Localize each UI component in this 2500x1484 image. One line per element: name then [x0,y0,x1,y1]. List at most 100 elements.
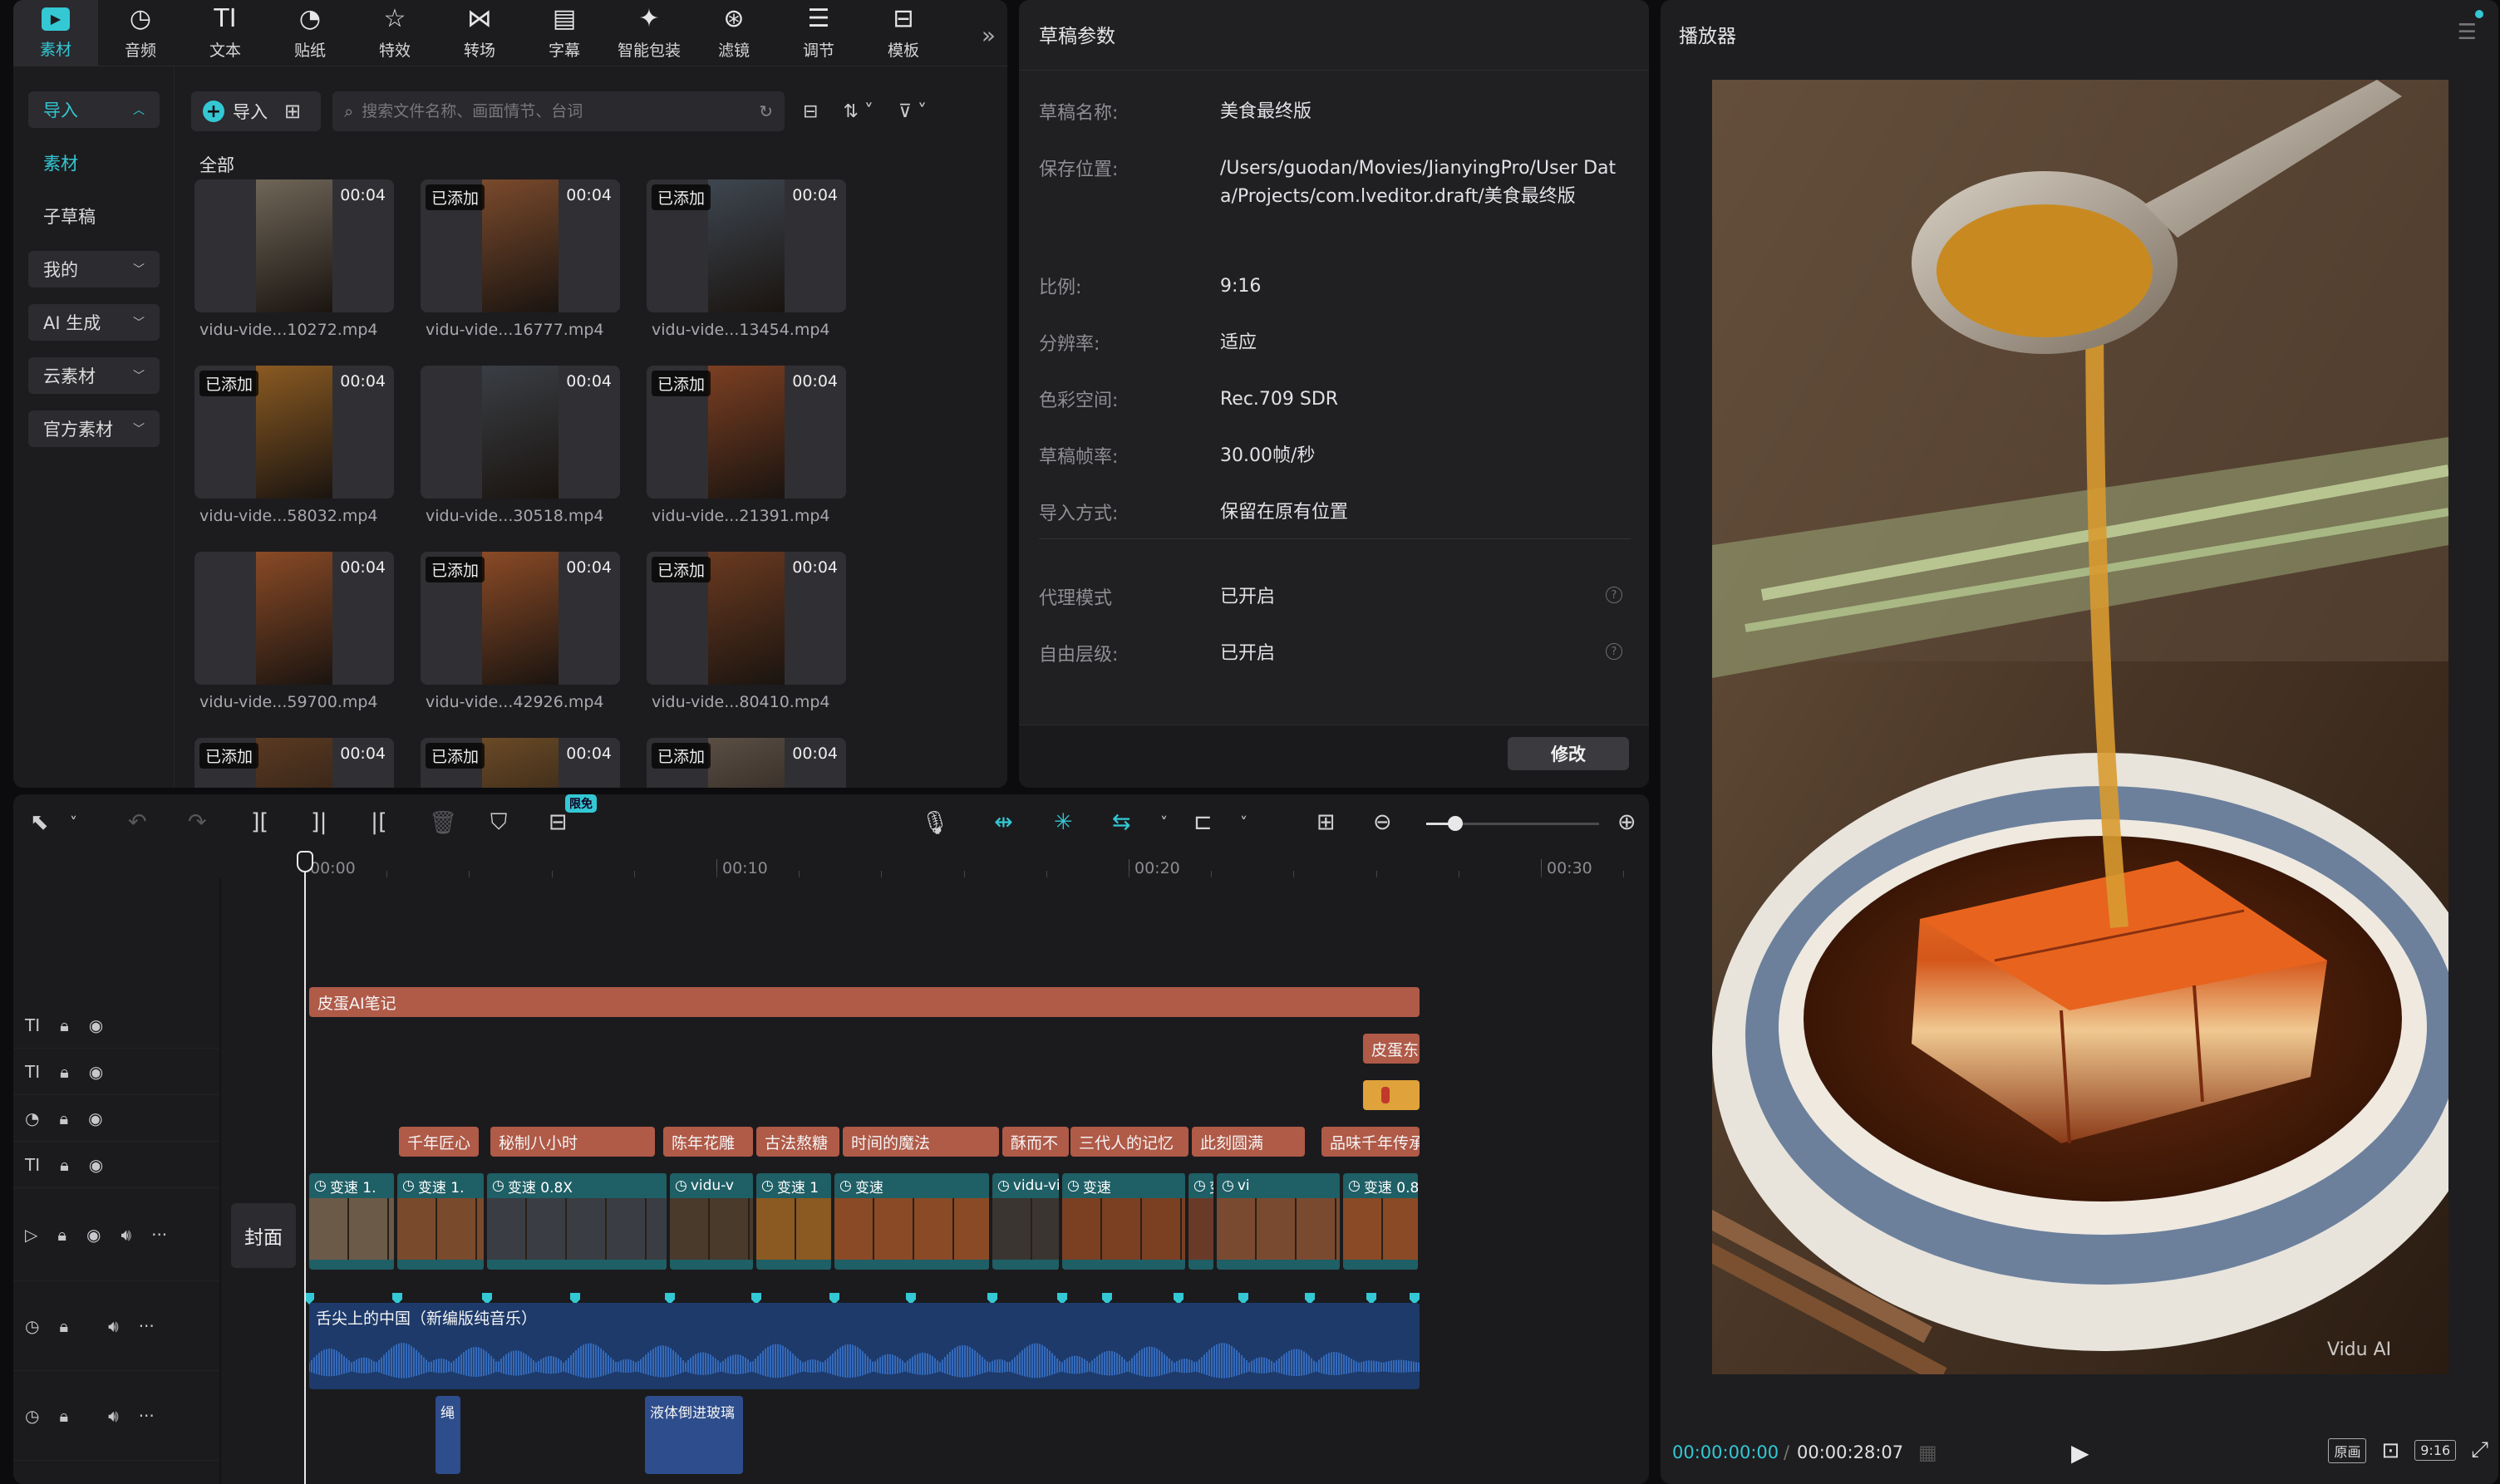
video-clip[interactable]: ◷变速 0.8X [487,1173,668,1270]
volume-icon[interactable]: 🔊︎ [121,1225,131,1245]
media-item[interactable]: 已添加 00:04 vidu-vide...21391.mp4 [647,361,873,547]
media-thumbnail[interactable]: 已添加 00:04 [421,552,620,685]
lock-icon[interactable]: 🔒︎ [60,1155,69,1175]
subtitle-clip[interactable]: 古法熬糖 [756,1127,839,1157]
more-icon[interactable]: ··· [139,1406,155,1426]
video-clip[interactable]: ◷变速 1.1X [1188,1173,1215,1270]
media-thumbnail[interactable]: 已添加 00:04 [194,366,394,499]
sticker-clip[interactable] [1363,1080,1420,1110]
media-item[interactable]: 已添加 00:04 vidu-vide...42926.mp4 [421,547,647,733]
trim-right-icon[interactable]: |[ [371,809,387,835]
nav-ai-gen[interactable]: AI 生成 ﹀ [28,304,160,341]
video-clip[interactable]: ◷变速 0.8X [1343,1173,1420,1270]
media-item[interactable]: 00:04 vidu-vide...59700.mp4 [194,547,421,733]
select-cursor-icon[interactable]: ⬉ [30,809,49,835]
subtitle-clip[interactable]: 秘制八小时 [490,1127,655,1157]
sfx-clip-2[interactable]: 液体倒进玻璃 [645,1396,743,1474]
playhead[interactable] [304,853,306,1484]
playhead-handle[interactable] [297,851,313,872]
search-input[interactable] [362,91,751,131]
subtitle-clip[interactable]: 三代人的记忆 [1070,1127,1188,1157]
media-item[interactable]: 已添加 00:04 vidu-vide...13454.mp4 [647,174,873,361]
help-icon[interactable]: ? [1606,643,1622,660]
trim-left-icon[interactable]: ]| [311,809,327,835]
nav-cloud[interactable]: 云素材 ﹀ [28,357,160,394]
grid-icon[interactable]: ▦ [1918,1441,1937,1464]
media-thumbnail[interactable]: 已添加 00:04 [647,179,846,312]
time-ruler[interactable]: 00:00 00:10 00:20 00:30 [304,856,1642,881]
video-clip[interactable]: ◷ 变速 1. [309,1173,396,1270]
refresh-icon[interactable]: ↻ [759,101,773,121]
sort-icon[interactable]: ⇅ ˅ [836,101,879,122]
video-clip[interactable]: ◷ 变速 1. [397,1173,485,1270]
eye-icon[interactable]: ◉ [89,1015,103,1035]
tab-template[interactable]: ⊟ 模板 [861,0,946,66]
chevron-down-icon[interactable]: ˅ [1160,814,1168,832]
split-icon[interactable]: ][ [251,809,268,835]
lock-icon[interactable]: 🔒︎ [59,1316,68,1336]
edit-button[interactable]: 修改 [1508,737,1629,770]
eye-icon[interactable]: ◉ [86,1225,101,1245]
media-thumbnail[interactable]: 已添加 00:04 [647,366,846,499]
nav-material[interactable]: 素材 [28,145,160,181]
lock-icon[interactable]: 🔒︎ [59,1406,68,1426]
more-icon[interactable]: ··· [139,1316,155,1336]
subtitle-clip[interactable]: 时间的魔法 [843,1127,999,1157]
screenshot-icon[interactable]: ⊞ [1316,809,1336,835]
subtitle-clip[interactable]: 此刻圆满 [1192,1127,1305,1157]
original-quality-button[interactable]: 原画 [2328,1437,2367,1463]
tab-media[interactable]: ▶ 素材 [13,0,98,66]
nav-import[interactable]: 导入 ︿ [28,91,160,128]
caption-icon[interactable]: ⊟ [549,809,568,835]
fullscreen-icon[interactable]: ⤢ [2471,1437,2488,1463]
video-clip[interactable]: ◷ 变速 [1062,1173,1187,1270]
tab-audio[interactable]: ◷ 音频 [98,0,183,66]
menu-icon[interactable]: ☰ [2458,20,2477,45]
layout-toggle-icon[interactable]: ⊟ [796,101,824,122]
sfx-clip-1[interactable]: 绳 [436,1396,460,1474]
tab-filter[interactable]: ⊛ 滤镜 [691,0,776,66]
import-button[interactable]: + 导入 ⊞ [191,91,321,131]
media-item[interactable]: 00:04 vidu-vide...10272.mp4 [194,174,421,361]
media-thumbnail[interactable]: 00:04 [194,552,394,685]
text-clip-main[interactable]: 皮蛋AI笔记 [309,987,1420,1017]
volume-icon[interactable]: 🔊︎ [108,1316,119,1336]
filter-icon[interactable]: ⊽ ˅ [892,101,933,122]
media-item[interactable]: 已添加 00:04 vidu-vide...16777.mp4 [421,174,647,361]
microphone-icon[interactable]: 🎙 [921,809,949,836]
media-item[interactable]: 已添加 00:04 [647,733,873,788]
lock-icon[interactable]: 🔒︎ [60,1062,69,1082]
zoom-slider-track[interactable] [1451,823,1599,825]
nav-official[interactable]: 官方素材 ﹀ [28,410,160,447]
tab-transition[interactable]: ⋈ 转场 [437,0,522,66]
video-clip[interactable]: ◷ vi [1217,1173,1341,1270]
subtitle-clip[interactable]: 品味千年传承 [1321,1127,1420,1157]
media-thumbnail[interactable]: 已添加 00:04 [421,738,620,788]
auto-snap-icon[interactable]: ✳ [1054,809,1073,835]
media-thumbnail[interactable]: 已添加 00:04 [647,552,846,685]
eye-icon[interactable]: ◉ [88,1108,102,1128]
linkage-icon[interactable]: ⇆ [1112,809,1131,835]
video-clip[interactable]: ◷ 变速 [834,1173,991,1270]
tab-sticker[interactable]: ◔ 贴纸 [268,0,352,66]
nav-mine[interactable]: 我的 ﹀ [28,251,160,287]
media-item[interactable]: 已添加 00:04 [194,733,421,788]
video-clip[interactable]: ◷vidu-video-26878 [992,1173,1061,1270]
subtitle-clip[interactable]: 千年匠心 [399,1127,479,1157]
eye-icon[interactable]: ◉ [89,1062,103,1082]
shield-icon[interactable]: ⛉ [490,809,507,836]
main-track-magnet-icon[interactable]: ⇹ [994,809,1013,835]
eye-icon[interactable]: ◉ [89,1155,103,1175]
media-thumbnail[interactable]: 已添加 00:04 [647,738,846,788]
help-icon[interactable]: ? [1606,587,1622,603]
delete-icon[interactable]: 🗑 [429,809,457,836]
cover-button[interactable]: 封面 [231,1203,296,1268]
lock-icon[interactable]: 🔒︎ [60,1015,69,1035]
lock-icon[interactable]: 🔒︎ [59,1108,68,1128]
video-clip[interactable]: ◷ 变速 1 [756,1173,833,1270]
lock-icon[interactable]: 🔒︎ [57,1225,66,1245]
volume-icon[interactable]: 🔊︎ [108,1406,119,1426]
text-clip-short[interactable]: 皮蛋东 [1363,1034,1420,1064]
grid-view-icon[interactable]: ⊞ [284,100,301,123]
zoom-out-icon[interactable]: ⊖ [1373,809,1392,835]
